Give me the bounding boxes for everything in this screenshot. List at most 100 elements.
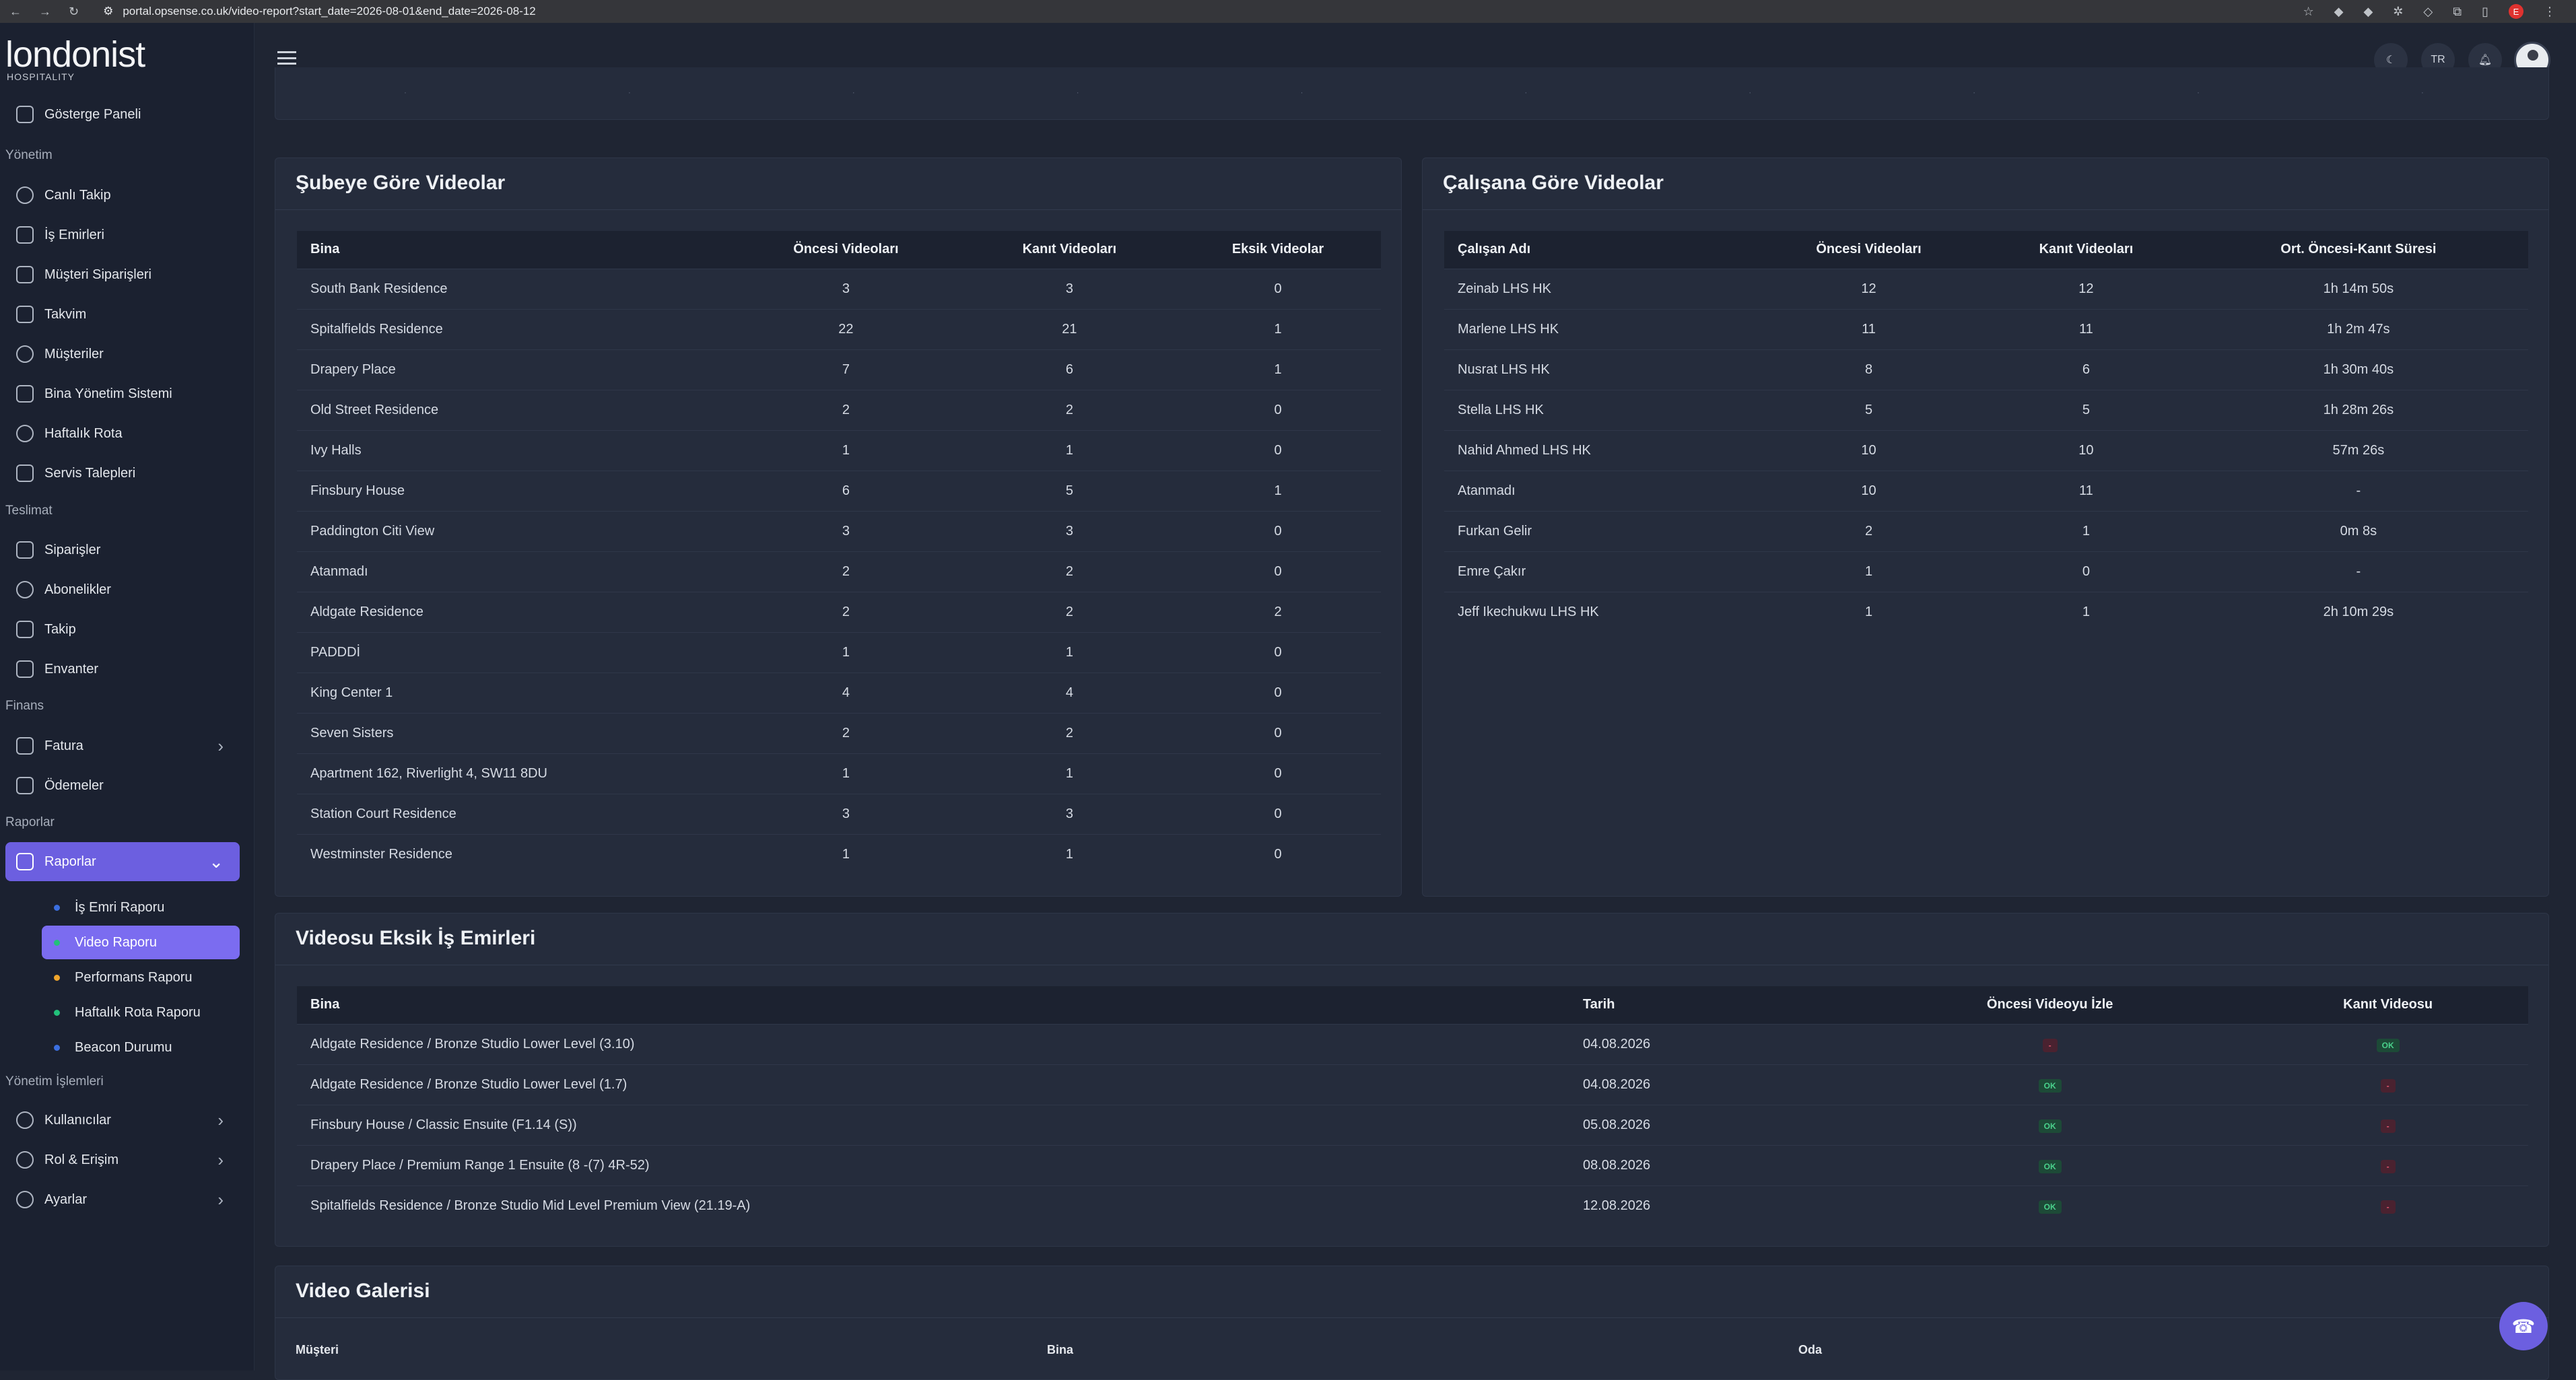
gear-icon [16, 1191, 34, 1208]
browser-toolbar: ← → ↻ ⚙ portal.opsense.co.uk/video-repor… [0, 0, 2576, 23]
cell-before-count: 4 [728, 672, 964, 713]
col-header-before[interactable]: Öncesi Videoları [728, 231, 964, 269]
sidebar: londonist HOSPITALITY Gösterge Paneli Yö… [0, 23, 255, 1371]
cell-proof-count: 12 [1984, 268, 2189, 309]
card-divider [1423, 209, 2548, 210]
url-text[interactable]: portal.opsense.co.uk/video-report?start_… [123, 5, 535, 18]
extension-icon[interactable]: ◆ [2363, 5, 2373, 19]
sidepanel-icon[interactable]: ▯ [2482, 5, 2488, 19]
sidebar-subitem-work-order-report[interactable]: İş Emri Raporu [42, 891, 240, 924]
ok-badge[interactable]: OK [2038, 1078, 2062, 1093]
employee-table: Çalışan Adı Öncesi Videoları Kanıt Video… [1444, 231, 2528, 632]
tick-mark: · [852, 88, 855, 97]
cell-missing-count: 0 [1175, 712, 1381, 753]
sidebar-item-orders[interactable]: Siparişler [5, 532, 240, 567]
sidebar-item-reports[interactable]: Raporlar ⌄ [5, 842, 240, 881]
cell-date: 08.08.2026 [1569, 1144, 1852, 1185]
support-call-button[interactable]: ☎ [2499, 1302, 2548, 1350]
sidebar-item-customer-orders[interactable]: Müşteri Siparişleri [5, 257, 240, 292]
missing-badge[interactable]: - [2042, 1038, 2058, 1052]
col-header-proof-video[interactable]: Kanıt Videosu [2247, 986, 2528, 1024]
status-dot [54, 904, 60, 911]
missing-badge[interactable]: - [2380, 1200, 2396, 1214]
sidebar-subitem-weekly-route-report[interactable]: Haftalık Rota Raporu [42, 996, 240, 1029]
missing-badge[interactable]: - [2380, 1078, 2396, 1093]
cell-employee: Nahid Ahmed LHS HK [1444, 429, 1754, 471]
col-header-date[interactable]: Tarih [1569, 986, 1852, 1024]
ok-badge[interactable]: OK [2038, 1119, 2062, 1133]
menu-toggle-icon[interactable] [277, 51, 296, 65]
address-bar[interactable]: ⚙ portal.opsense.co.uk/video-report?star… [103, 5, 536, 18]
sidebar-item-service-requests[interactable]: Servis Talepleri [5, 456, 240, 491]
sidebar-item-invoice[interactable]: Fatura › [5, 728, 240, 763]
bookmark-star-icon[interactable]: ☆ [2303, 5, 2313, 19]
sidebar-subitem-performance-report[interactable]: Performans Raporu [42, 961, 240, 994]
sidebar-item-subscriptions[interactable]: Abonelikler [5, 572, 240, 607]
table-row: Paddington Citi View 3 3 0 [297, 510, 1381, 551]
sidebar-subitem-video-report[interactable]: Video Raporu [42, 926, 240, 959]
ok-badge[interactable]: OK [2376, 1038, 2400, 1052]
reload-icon[interactable]: ↻ [69, 5, 79, 19]
cell-before-count: 2 [728, 712, 964, 753]
sidebar-item-calendar[interactable]: Takvim [5, 297, 240, 332]
extension-icon[interactable]: ✲ [2393, 5, 2403, 19]
truck-icon [16, 621, 34, 638]
cell-proof-count: 1 [963, 631, 1176, 672]
cell-proof-status: - [2247, 1064, 2528, 1105]
col-header-before[interactable]: Öncesi Videoları [1754, 231, 1984, 269]
sidebar-item-weekly-route[interactable]: Haftalık Rota [5, 416, 240, 451]
sidebar-item-payments[interactable]: Ödemeler [5, 768, 240, 803]
col-header-building[interactable]: Bina [297, 231, 728, 269]
extension-icon[interactable]: ◇ [2423, 5, 2433, 19]
filter-label-building: Bina [1047, 1343, 1074, 1356]
col-header-proof[interactable]: Kanıt Videoları [1984, 231, 2189, 269]
cell-before-count: 6 [728, 470, 964, 511]
cell-before-count: 2 [728, 551, 964, 592]
extension-icon[interactable]: ◆ [2334, 5, 2344, 19]
sidebar-item-customers[interactable]: Müşteriler [5, 337, 240, 372]
payment-icon [16, 777, 34, 794]
col-header-avg-duration[interactable]: Ort. Öncesi-Kanıt Süresi [2188, 231, 2528, 269]
extensions-puzzle-icon[interactable]: ⧉ [2453, 5, 2462, 19]
ok-badge[interactable]: OK [2038, 1200, 2062, 1214]
cell-missing-count: 1 [1175, 470, 1381, 511]
sidebar-item-dashboard[interactable]: Gösterge Paneli [5, 97, 240, 132]
sidebar-item-live-tracking[interactable]: Canlı Takip [5, 178, 240, 213]
browser-menu-icon[interactable]: ⋮ [2544, 5, 2556, 19]
cell-before-count: 7 [728, 349, 964, 390]
sidebar-item-roles[interactable]: Rol & Erişim › [5, 1142, 240, 1177]
sidebar-item-building-management[interactable]: Bina Yönetim Sistemi [5, 376, 240, 411]
col-header-building[interactable]: Bina [297, 986, 1569, 1024]
sidebar-subitem-beacon-status[interactable]: Beacon Durumu [42, 1031, 240, 1064]
section-finance: Finans [5, 699, 44, 713]
logo[interactable]: londonist [5, 36, 145, 73]
ok-badge[interactable]: OK [2038, 1159, 2062, 1173]
table-row: Aldgate Residence / Bronze Studio Lower … [297, 1023, 2528, 1064]
cell-proof-status: OK [2247, 1023, 2528, 1064]
sidebar-item-settings[interactable]: Ayarlar › [5, 1182, 240, 1217]
profile-avatar[interactable]: E [2509, 4, 2523, 19]
cell-building: Westminster Residence [297, 833, 728, 874]
table-row: Seven Sisters 2 2 0 [297, 712, 1381, 753]
col-header-missing[interactable]: Eksik Videolar [1175, 231, 1381, 269]
back-icon[interactable]: ← [9, 5, 22, 19]
sidebar-item-inventory[interactable]: Envanter [5, 652, 240, 687]
sidebar-item-users[interactable]: Kullanıcılar › [5, 1103, 240, 1138]
table-row: South Bank Residence 3 3 0 [297, 268, 1381, 309]
table-row: Zeinab LHS HK 12 12 1h 14m 50s [1444, 268, 2528, 309]
cell-proof-count: 1 [963, 429, 1176, 471]
cell-before-count: 1 [728, 429, 964, 471]
missing-badge[interactable]: - [2380, 1159, 2396, 1173]
cell-building: Drapery Place / Premium Range 1 Ensuite … [297, 1144, 1569, 1185]
col-header-employee[interactable]: Çalışan Adı [1444, 231, 1754, 269]
sidebar-item-tracking[interactable]: Takip [5, 612, 240, 647]
cell-missing-count: 0 [1175, 793, 1381, 834]
chevron-right-icon: › [217, 1109, 224, 1130]
forward-icon[interactable]: → [39, 5, 51, 19]
site-info-icon[interactable]: ⚙ [103, 5, 113, 18]
cell-employee: Atanmadı [1444, 470, 1754, 511]
missing-badge[interactable]: - [2380, 1119, 2396, 1133]
col-header-proof[interactable]: Kanıt Videoları [963, 231, 1176, 269]
sidebar-item-work-orders[interactable]: İş Emirleri [5, 217, 240, 252]
col-header-before-watch[interactable]: Öncesi Videoyu İzle [1852, 986, 2248, 1024]
